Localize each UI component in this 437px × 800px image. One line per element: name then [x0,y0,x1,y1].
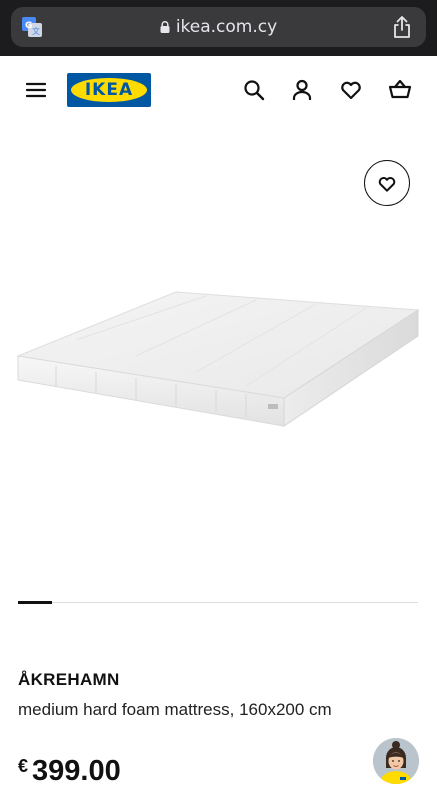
price-currency: € [18,756,29,776]
url-text: ikea.com.cy [175,17,278,37]
share-icon[interactable] [392,15,412,39]
address-bar[interactable]: G 文 ikea.com.cy [11,7,426,47]
gallery-slider-track[interactable] [18,602,418,603]
product-name: ÅKREHAMN [18,670,120,689]
search-icon[interactable] [242,78,266,102]
product-image-mattress[interactable] [16,288,422,430]
product-description: medium hard foam mattress, 160x200 cm [18,700,332,719]
account-icon[interactable] [290,78,314,102]
logo-text: IKEA [71,78,147,102]
product-price: €399.00 [18,755,121,788]
heart-icon [378,177,396,192]
lock-icon [160,18,170,33]
browser-toolbar: G 文 ikea.com.cy [0,0,437,56]
gallery-slider-indicator[interactable] [18,601,52,604]
menu-icon[interactable] [25,82,47,98]
assistant-avatar-icon[interactable] [373,738,419,784]
site-header: IKEA [0,56,437,126]
wishlist-heart-icon[interactable] [339,78,363,102]
ikea-logo[interactable]: IKEA [67,73,151,107]
add-to-wishlist-button[interactable] [364,160,410,206]
price-value: 399.00 [32,755,121,787]
cart-icon[interactable] [388,78,412,102]
url-display[interactable]: ikea.com.cy [11,17,426,37]
